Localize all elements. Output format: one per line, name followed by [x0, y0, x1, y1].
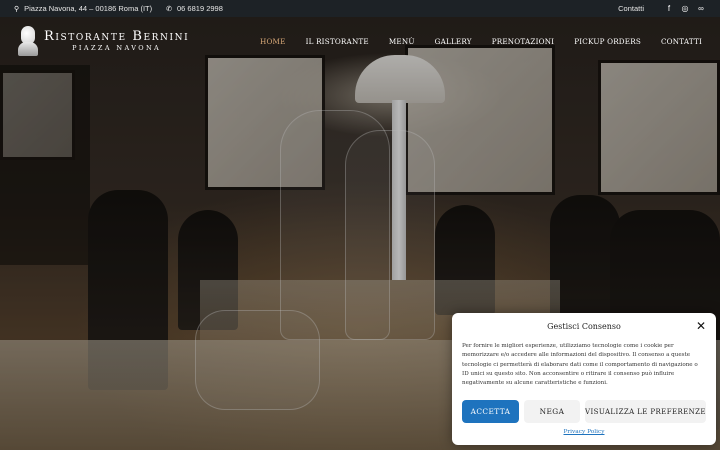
deny-button[interactable]: NEGA [524, 400, 580, 423]
accept-button[interactable]: ACCETTA [462, 400, 519, 423]
tripadvisor-icon[interactable]: ∞ [696, 4, 706, 13]
address-text: Piazza Navona, 44 – 00186 Roma (IT) [24, 4, 153, 13]
logo-title: Ristorante Bernini [44, 29, 190, 45]
site-header: Ristorante Bernini PIAZZA NAVONA HOME IL… [0, 17, 720, 65]
nav-item-prenotazioni[interactable]: PRENOTAZIONI [492, 37, 555, 46]
nav-item-il-ristorante[interactable]: IL RISTORANTE [306, 37, 369, 46]
logo-subtitle: PIAZZA NAVONA [72, 44, 162, 53]
phone-icon: ✆ [166, 5, 172, 13]
close-icon[interactable]: ✕ [696, 319, 706, 333]
cookie-consent-dialog: Gestisci Consenso ✕ Per fornire le migli… [452, 313, 716, 445]
topbar-contact-link[interactable]: Contatti [618, 4, 644, 13]
view-preferences-button[interactable]: VISUALIZZA LE PREFERENZE [585, 400, 706, 423]
phone-text[interactable]: 06 6819 2998 [177, 4, 223, 13]
main-nav: HOME IL RISTORANTE MENÙ GALLERY PRENOTAZ… [240, 37, 702, 46]
nav-item-gallery[interactable]: GALLERY [435, 37, 472, 46]
consent-description: Per fornire le migliori esperienze, util… [462, 343, 698, 387]
consent-title: Gestisci Consenso [547, 322, 621, 331]
nav-item-home[interactable]: HOME [260, 37, 286, 46]
facebook-icon[interactable]: f [664, 4, 674, 13]
site-logo[interactable]: Ristorante Bernini PIAZZA NAVONA [18, 26, 189, 56]
phone-item[interactable]: ✆ 06 6819 2998 [166, 4, 223, 13]
top-info-bar: ⚲ Piazza Navona, 44 – 00186 Roma (IT) ✆ … [0, 0, 720, 17]
address-item: ⚲ Piazza Navona, 44 – 00186 Roma (IT) [14, 4, 152, 13]
bernini-bust-icon [18, 26, 38, 56]
nav-item-pickup-orders[interactable]: PICKUP ORDERS [574, 37, 641, 46]
map-pin-icon: ⚲ [14, 5, 20, 13]
instagram-icon[interactable]: ◎ [680, 4, 690, 13]
nav-item-contatti[interactable]: CONTATTI [661, 37, 702, 46]
nav-item-menu[interactable]: MENÙ [389, 37, 415, 46]
privacy-policy-link[interactable]: Privacy Policy [452, 429, 716, 435]
